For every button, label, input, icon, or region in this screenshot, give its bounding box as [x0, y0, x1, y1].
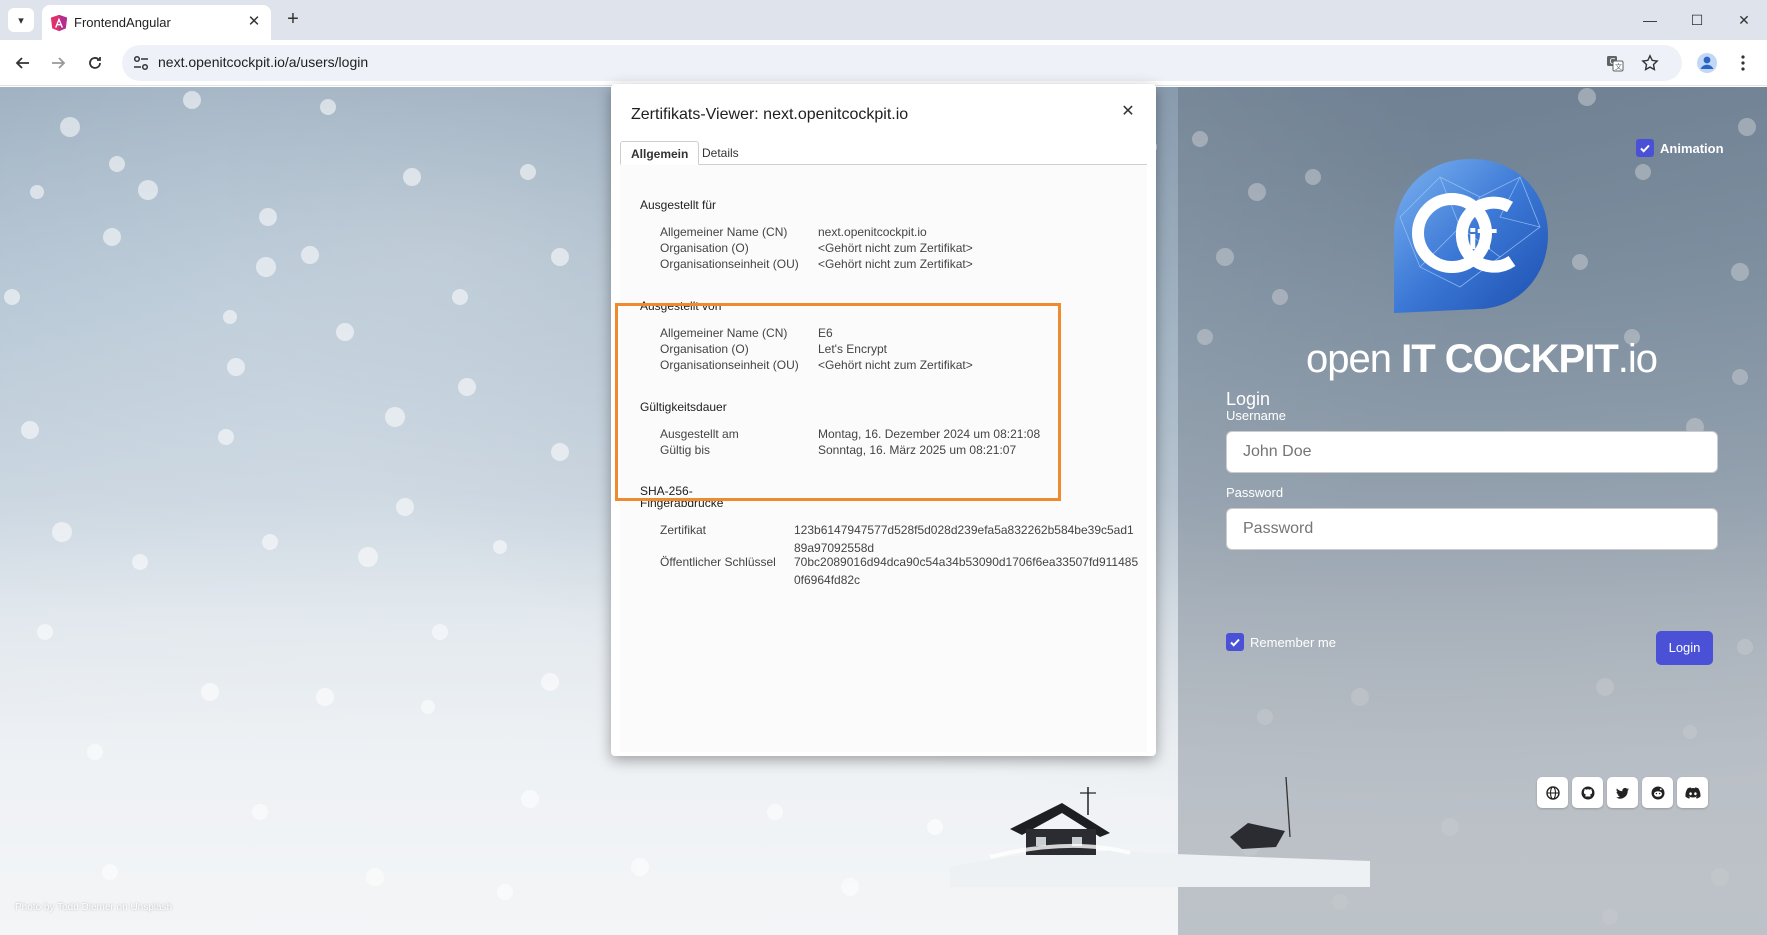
profile-avatar[interactable]	[1694, 50, 1720, 76]
close-window-icon[interactable]: ✕	[1730, 8, 1758, 32]
field-key: Öffentlicher Schlüssel	[660, 555, 776, 569]
field-key: Allgemeiner Name (CN)	[660, 225, 788, 239]
website-button[interactable]	[1537, 777, 1568, 808]
username-input[interactable]	[1226, 431, 1718, 473]
field-key: Organisationseinheit (OU)	[660, 257, 799, 271]
arrow-right-icon	[52, 57, 66, 69]
angular-icon	[50, 14, 68, 32]
field-key: Organisation (O)	[660, 241, 749, 255]
chevron-down-icon: ▾	[18, 14, 24, 27]
github-icon	[1581, 786, 1594, 799]
tab-details[interactable]: Details	[692, 141, 749, 165]
reddit-icon	[1651, 786, 1664, 799]
brand-wordmark: open IT COCKPIT.io	[1306, 337, 1658, 381]
animation-checkbox[interactable]	[1636, 139, 1654, 157]
minimize-icon[interactable]: —	[1636, 8, 1664, 32]
check-icon	[1640, 144, 1650, 153]
animation-toggle[interactable]: Animation	[1636, 139, 1724, 157]
address-bar[interactable]: next.openitcockpit.io/a/users/login G文	[122, 45, 1682, 81]
person-icon	[1697, 53, 1717, 73]
browser-tab[interactable]: FrontendAngular ✕	[42, 5, 271, 40]
photo-credit[interactable]: Photo by Todd Diemer on Unsplash	[15, 902, 172, 913]
field-value: 123b6147947577d528f5d028d239efa5a832262b…	[794, 523, 1134, 555]
svg-text:iT: iT	[1468, 223, 1497, 256]
tab-search-button[interactable]: ▾	[8, 8, 34, 32]
section-issued-to: Ausgestellt für	[640, 198, 717, 212]
dialog-tabs: Allgemein Details	[620, 141, 1147, 165]
check-icon	[1230, 638, 1240, 647]
discord-button[interactable]	[1677, 777, 1708, 808]
url-text[interactable]: next.openitcockpit.io/a/users/login	[158, 54, 368, 70]
close-icon[interactable]: ✕	[1118, 102, 1138, 122]
field-value: next.openitcockpit.io	[818, 225, 927, 239]
svg-text:文: 文	[1615, 62, 1622, 71]
username-label: Username	[1226, 408, 1286, 423]
remember-me-label: Remember me	[1250, 634, 1336, 650]
close-tab-icon[interactable]: ✕	[245, 13, 263, 31]
globe-icon	[1545, 785, 1560, 800]
field-value: 70bc2089016d94dca90c54a34b53090d1706f6ea…	[794, 555, 1139, 587]
password-input[interactable]	[1226, 508, 1718, 550]
remember-checkbox[interactable]	[1226, 633, 1244, 651]
remember-me-checkbox[interactable]: Remember me	[1226, 633, 1336, 651]
forward-button[interactable]	[45, 50, 71, 76]
field-value: <Gehört nicht zum Zertifikat>	[818, 257, 973, 271]
twitter-button[interactable]	[1607, 777, 1638, 808]
github-button[interactable]	[1572, 777, 1603, 808]
reload-icon	[89, 57, 101, 69]
bookmark-star-icon[interactable]	[1640, 53, 1660, 73]
field-value: <Gehört nicht zum Zertifikat>	[818, 241, 973, 255]
reddit-button[interactable]	[1642, 777, 1673, 808]
snow-hut-scenery	[950, 776, 1370, 887]
translate-icon[interactable]: G文	[1605, 53, 1625, 73]
maximize-icon[interactable]: ☐	[1683, 8, 1711, 32]
back-button[interactable]	[10, 50, 36, 76]
menu-kebab-icon[interactable]	[1730, 50, 1756, 76]
openitcockpit-logo-icon: iT	[1394, 159, 1548, 313]
reload-button[interactable]	[82, 50, 108, 76]
tab-strip: ▾ FrontendAngular ✕ + — ☐ ✕	[0, 0, 1767, 40]
twitter-icon	[1615, 787, 1629, 799]
arrow-left-icon	[15, 57, 29, 69]
browser-toolbar: next.openitcockpit.io/a/users/login G文	[0, 40, 1767, 86]
field-key: Zertifikat	[660, 523, 707, 537]
login-button[interactable]: Login	[1656, 631, 1713, 665]
tab-title: FrontendAngular	[74, 15, 171, 30]
dialog-title: Zertifikats-Viewer: next.openitcockpit.i…	[631, 106, 909, 123]
new-tab-button[interactable]: +	[281, 8, 305, 32]
site-settings-icon[interactable]	[132, 54, 150, 72]
login-heading: Login	[1226, 389, 1271, 409]
tab-allgemein[interactable]: Allgemein	[620, 141, 700, 165]
password-label: Password	[1226, 485, 1284, 500]
annotation-highlight-box	[615, 303, 1061, 501]
animation-label: Animation	[1660, 140, 1724, 156]
discord-icon	[1684, 786, 1700, 799]
